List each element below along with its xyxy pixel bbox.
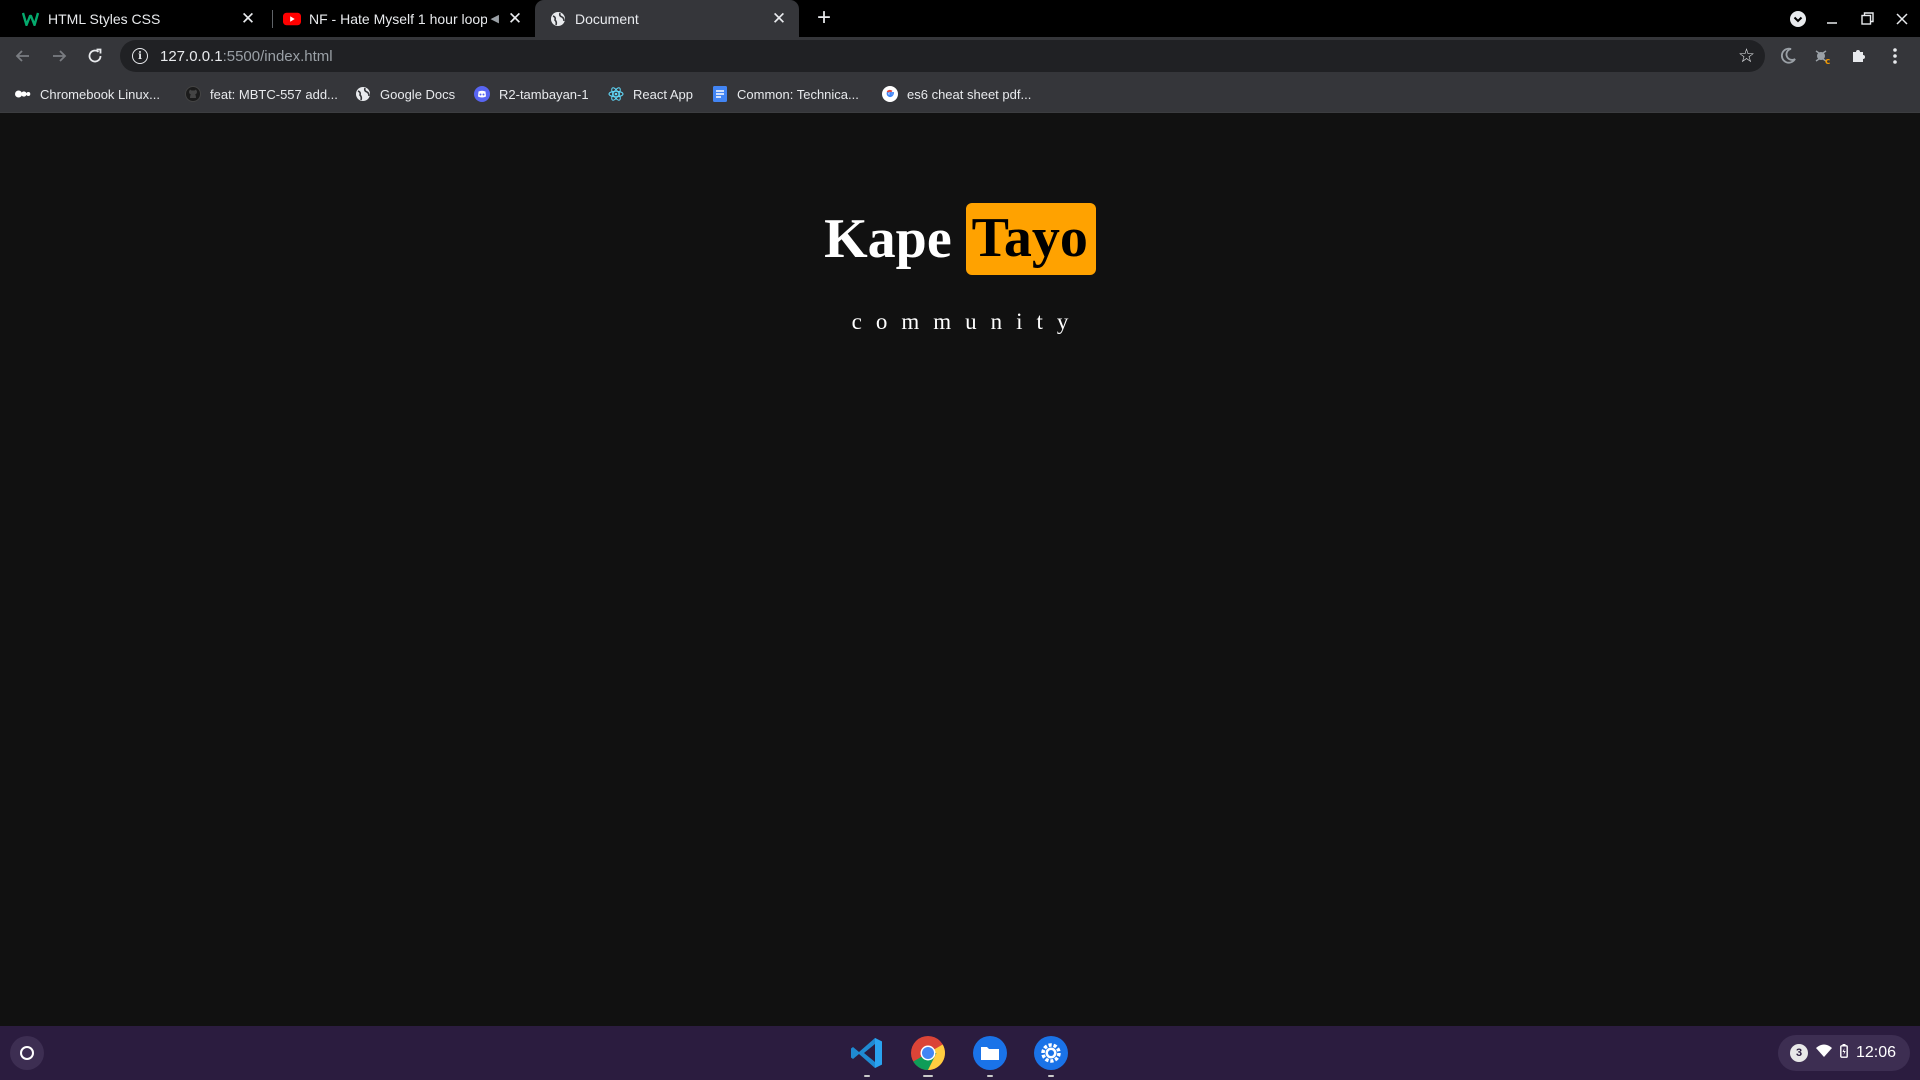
info-icon[interactable]: i [132,48,148,64]
bookmark-label: feat: MBTC-557 add... [210,86,338,102]
os-shelf: 3 12:06 [0,1026,1920,1080]
close-icon[interactable]: ✕ [769,9,789,29]
video-icon [15,86,31,102]
files-icon[interactable] [970,1033,1010,1077]
tab-search-button[interactable] [1780,0,1816,37]
app-indicator [1048,1075,1054,1077]
bookmark-label: Common: Technica... [737,86,859,102]
bookmark-label: es6 cheat sheet pdf... [907,86,1032,102]
page-content: Kape Tayo community [0,113,1920,1026]
docs-icon [712,86,728,102]
audio-icon[interactable]: ◀︎ [491,12,499,25]
chevron-down-icon [1790,10,1806,27]
google-icon [882,86,898,102]
brand-tagline: community [851,309,1083,334]
brand-word-kape: Kape [824,208,952,270]
launcher-icon [20,1046,34,1060]
vscode-icon[interactable] [847,1033,887,1077]
tab-youtube[interactable]: NF - Hate Myself 1 hour loop ◀︎ ✕ [273,0,535,37]
address-bar[interactable]: i 127.0.0.1:5500/index.html ☆ [120,40,1765,72]
bookmark-item[interactable]: Google Docs [355,83,455,105]
menu-kebab-icon[interactable] [1882,43,1908,69]
brand-logo: Kape Tayo [0,203,1920,275]
extension-moon-icon[interactable] [1775,43,1801,69]
tab-title: Document [575,10,639,27]
bookmark-item[interactable]: Chromebook Linux... [15,83,160,105]
chrome-icon[interactable] [908,1033,948,1077]
bookmark-item[interactable]: React App [608,83,693,105]
close-icon[interactable]: ✕ [505,9,525,29]
tab-document[interactable]: Document ✕ [535,0,799,37]
tab-title: HTML Styles CSS [48,10,161,27]
bookmark-label: R2-tambayan-1 [499,86,589,102]
status-tray[interactable]: 3 12:06 [1778,1035,1910,1071]
bookmark-label: React App [633,86,693,102]
bookmark-item[interactable]: Common: Technica... [712,83,859,105]
reload-button[interactable] [81,42,109,70]
app-indicator [987,1075,993,1077]
close-icon[interactable]: ✕ [238,9,258,29]
browser-toolbar: i 127.0.0.1:5500/index.html ☆ c [0,37,1920,75]
svg-text:c: c [1825,57,1830,65]
bookmark-item[interactable]: es6 cheat sheet pdf... [882,83,1031,105]
close-icon [1896,12,1908,25]
tab-title: NF - Hate Myself 1 hour loop [309,10,487,27]
forward-button[interactable] [45,42,73,70]
extensions-puzzle-icon[interactable] [1846,43,1872,69]
settings-icon[interactable] [1031,1033,1071,1077]
bookmark-item[interactable]: feat: MBTC-557 add... [185,83,338,105]
minimize-icon [1827,21,1837,24]
w3schools-icon [22,10,40,28]
new-tab-button[interactable]: + [810,4,838,32]
globe-icon [355,86,371,102]
arrow-right-icon [53,50,67,62]
clock-time: 12:06 [1856,1044,1897,1061]
app-indicator [923,1075,933,1077]
restore-button[interactable] [1849,0,1885,37]
back-button[interactable] [9,42,37,70]
tab-html-styles[interactable]: HTML Styles CSS ✕ [0,0,268,37]
launcher-button[interactable] [10,1036,44,1070]
bookmark-label: Google Docs [380,86,456,102]
app-indicator [864,1075,870,1077]
close-window-button[interactable] [1884,0,1920,37]
tab-strip: HTML Styles CSS ✕ NF - Hate Myself 1 hou… [0,0,1920,37]
react-icon [608,86,624,102]
arrow-left-icon [15,50,29,62]
bookmark-item[interactable]: R2-tambayan-1 [474,83,589,105]
minimize-button[interactable] [1814,0,1850,37]
bookmark-star-icon[interactable]: ☆ [1738,45,1755,68]
restore-icon [1860,12,1874,25]
reload-icon [88,48,102,63]
bookmark-label: Chromebook Linux... [40,86,160,102]
url-path: :5500/index.html [222,47,333,65]
globe-icon [549,10,567,28]
bookmarks-bar: Chromebook Linux... feat: MBTC-557 add..… [0,75,1920,113]
notification-count-badge: 3 [1790,1044,1808,1062]
extension-bug-icon[interactable]: c [1810,43,1836,69]
brand-word-tayo: Tayo [965,203,1096,275]
wifi-icon [1816,1044,1832,1063]
youtube-icon [283,10,301,28]
url-host: 127.0.0.1 [160,47,223,65]
battery-icon [1840,1043,1848,1063]
discord-icon [474,86,490,102]
github-icon [185,86,201,102]
